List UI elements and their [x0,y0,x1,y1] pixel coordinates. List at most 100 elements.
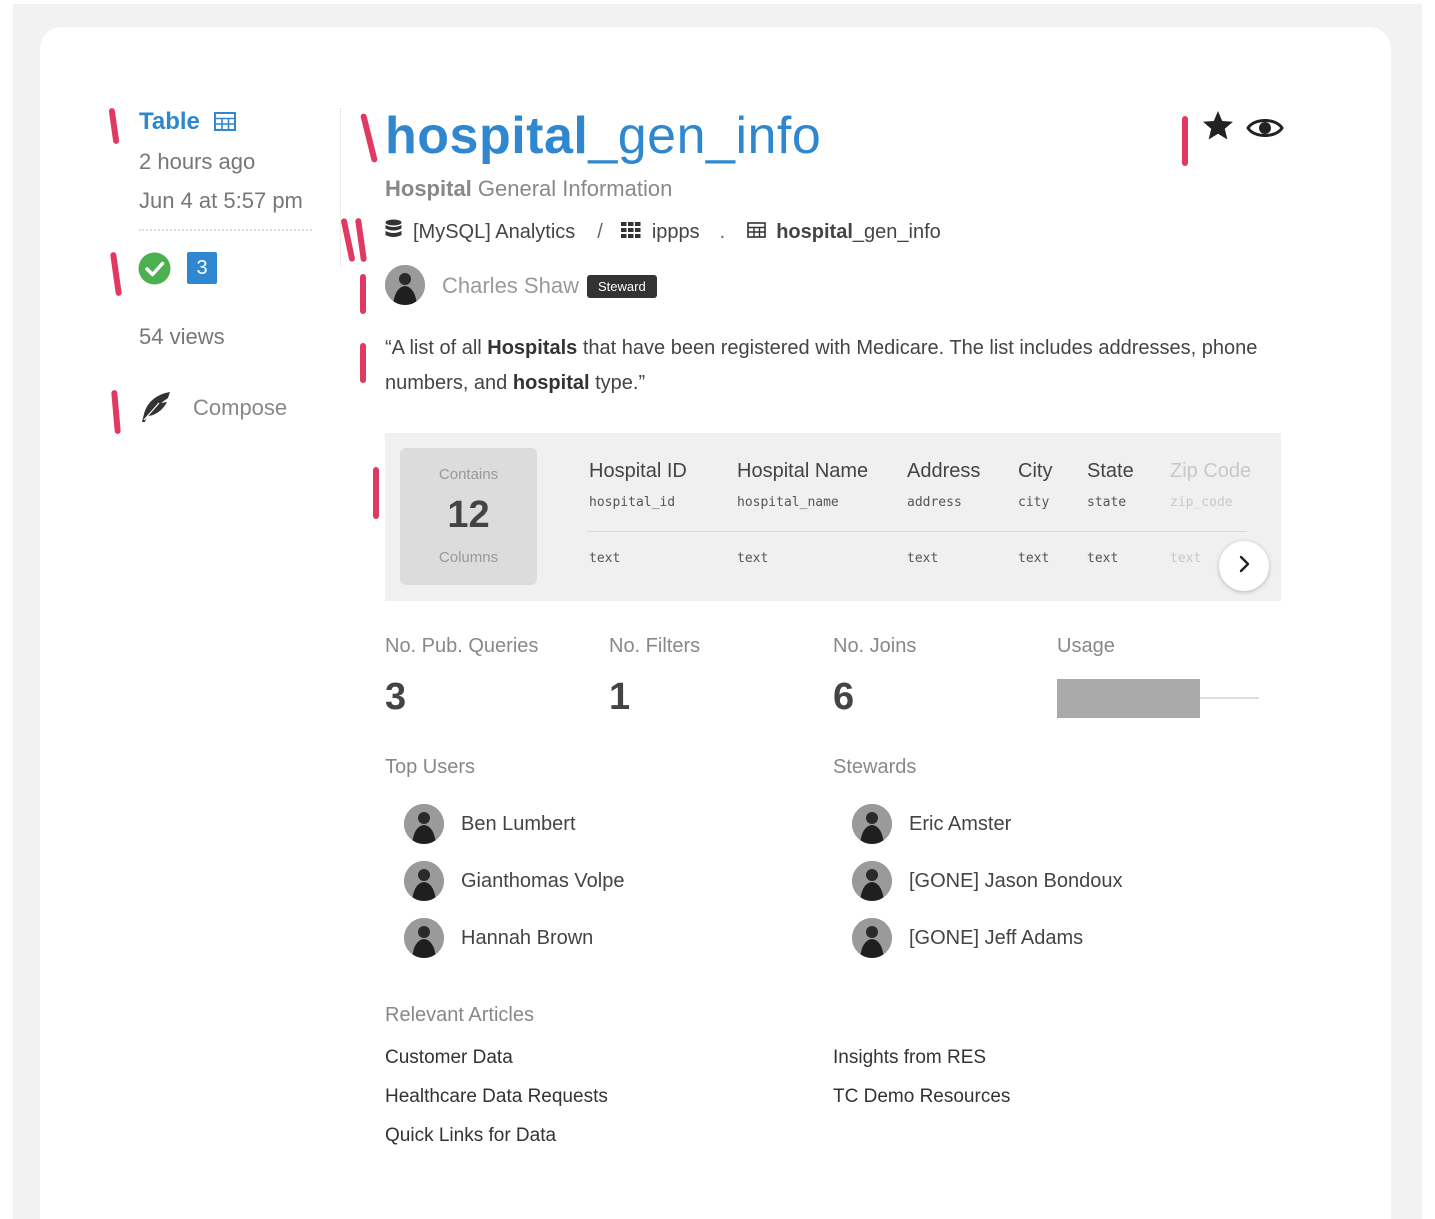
usage-bar [1057,679,1200,718]
user-name: Gianthomas Volpe [461,869,625,892]
user-name: [GONE] Jason Bondoux [909,869,1123,892]
columns-label: Columns [438,549,499,566]
steward-badge: Steward [587,275,657,298]
user-name: Eric Amster [909,812,1012,835]
steward-item[interactable]: Eric Amster [852,804,1011,844]
avatar [404,804,444,844]
user-name: Ben Lumbert [461,812,576,835]
table-icon [747,221,767,244]
subtitle-rest: General Information [471,176,673,201]
column-count-box: Contains 12 Columns [400,448,537,585]
queries-label: No. Pub. Queries [385,635,539,657]
avatar[interactable] [385,265,425,305]
endorsed-check-icon[interactable] [138,252,171,290]
database-icon [385,219,402,245]
breadcrumb: [MySQL] Analytics / ippps . hospital_gen… [385,219,941,245]
column-type: text [907,551,939,566]
owner-name[interactable]: Charles Shaw [442,273,579,299]
queries-value: 3 [385,676,407,718]
column-field: hospital_id [589,495,676,510]
contains-label: Contains [438,466,499,483]
chevron-right-icon [1238,555,1250,578]
column-item[interactable]: Hospital ID hospital_id text [589,460,687,566]
description-text: “A list of all [385,337,488,359]
object-type-label: Table [139,108,200,135]
divider [340,108,341,268]
compose-button[interactable]: Compose [193,395,287,421]
user-name: [GONE] Jeff Adams [909,926,1084,949]
top-user-item[interactable]: Gianthomas Volpe [404,861,624,901]
column-item[interactable]: City city text [1018,460,1053,566]
joins-label: No. Joins [833,635,917,657]
column-item[interactable]: Hospital Name hospital_name text [737,460,868,566]
article-link[interactable]: TC Demo Resources [833,1086,1010,1108]
column-field: address [907,495,962,510]
page-subtitle: Hospital General Information [385,176,672,202]
page-title: hospital_gen_info [385,106,821,166]
feather-quill-icon[interactable] [139,390,173,429]
column-item[interactable]: Zip Code zip_code text [1170,460,1252,566]
breadcrumb-table[interactable]: hospital_gen_info [776,221,941,244]
column-field: state [1087,495,1127,510]
stewards-label: Stewards [833,756,917,778]
table-icon [214,112,236,136]
next-columns-button[interactable] [1219,541,1269,591]
avatar [404,861,444,901]
joins-value: 6 [833,676,855,718]
articles-label: Relevant Articles [385,1004,534,1026]
breadcrumb-datasource[interactable]: [MySQL] Analytics [413,221,575,244]
breadcrumb-separator: . [719,220,726,243]
article-link[interactable]: Insights from RES [833,1047,986,1069]
breadcrumb-schema[interactable]: ippps [652,221,700,244]
column-name: State [1087,460,1134,482]
description-text: type.” [589,372,646,394]
timestamp: Jun 4 at 5:57 pm [139,188,303,213]
steward-item[interactable]: [GONE] Jason Bondoux [852,861,1122,901]
breadcrumb-separator: / [597,220,603,243]
filters-label: No. Filters [609,635,701,657]
user-name: Hannah Brown [461,926,594,949]
column-type: text [1087,551,1119,566]
eye-icon[interactable] [1246,114,1284,147]
top-user-item[interactable]: Hannah Brown [404,918,593,958]
column-type: text [737,551,769,566]
column-name: City [1018,460,1053,482]
subtitle-highlight: Hospital [385,176,472,201]
description-highlight: Hospitals [487,337,578,359]
column-name: Hospital ID [589,460,687,482]
divider [587,531,1247,532]
description-highlight: hospital [512,372,590,394]
column-type: text [589,551,621,566]
annotation-mark [373,467,379,519]
column-type: text [1018,551,1050,566]
breadcrumb-table-highlight: hospital [776,220,853,243]
column-item[interactable]: State state text [1087,460,1134,566]
article-link[interactable]: Healthcare Data Requests [385,1086,608,1108]
column-name: Zip Code [1170,460,1252,482]
filters-value: 1 [609,676,631,718]
title-rest: _gen_info [588,107,822,165]
schema-grid-icon [620,221,641,244]
avatar [852,861,892,901]
relative-time: 2 hours ago [139,149,256,174]
usage-label: Usage [1057,635,1115,657]
top-users-label: Top Users [385,756,476,778]
view-count: 54 views [139,324,225,349]
column-field: city [1018,495,1050,510]
article-link[interactable]: Customer Data [385,1047,513,1069]
star-icon[interactable] [1201,110,1235,147]
column-count: 12 [447,494,490,536]
column-field: hospital_name [737,495,839,510]
avatar [404,918,444,958]
steward-item[interactable]: [GONE] Jeff Adams [852,918,1083,958]
column-type: text [1170,551,1202,566]
column-item[interactable]: Address address text [907,460,981,566]
description: “A list of all Hospitals that have been … [385,331,1265,401]
top-user-item[interactable]: Ben Lumbert [404,804,576,844]
count-badge[interactable]: 3 [187,252,217,284]
annotation-mark [360,274,366,314]
divider [139,229,312,231]
column-name: Address [907,460,981,482]
article-link[interactable]: Quick Links for Data [385,1125,556,1147]
avatar [852,918,892,958]
